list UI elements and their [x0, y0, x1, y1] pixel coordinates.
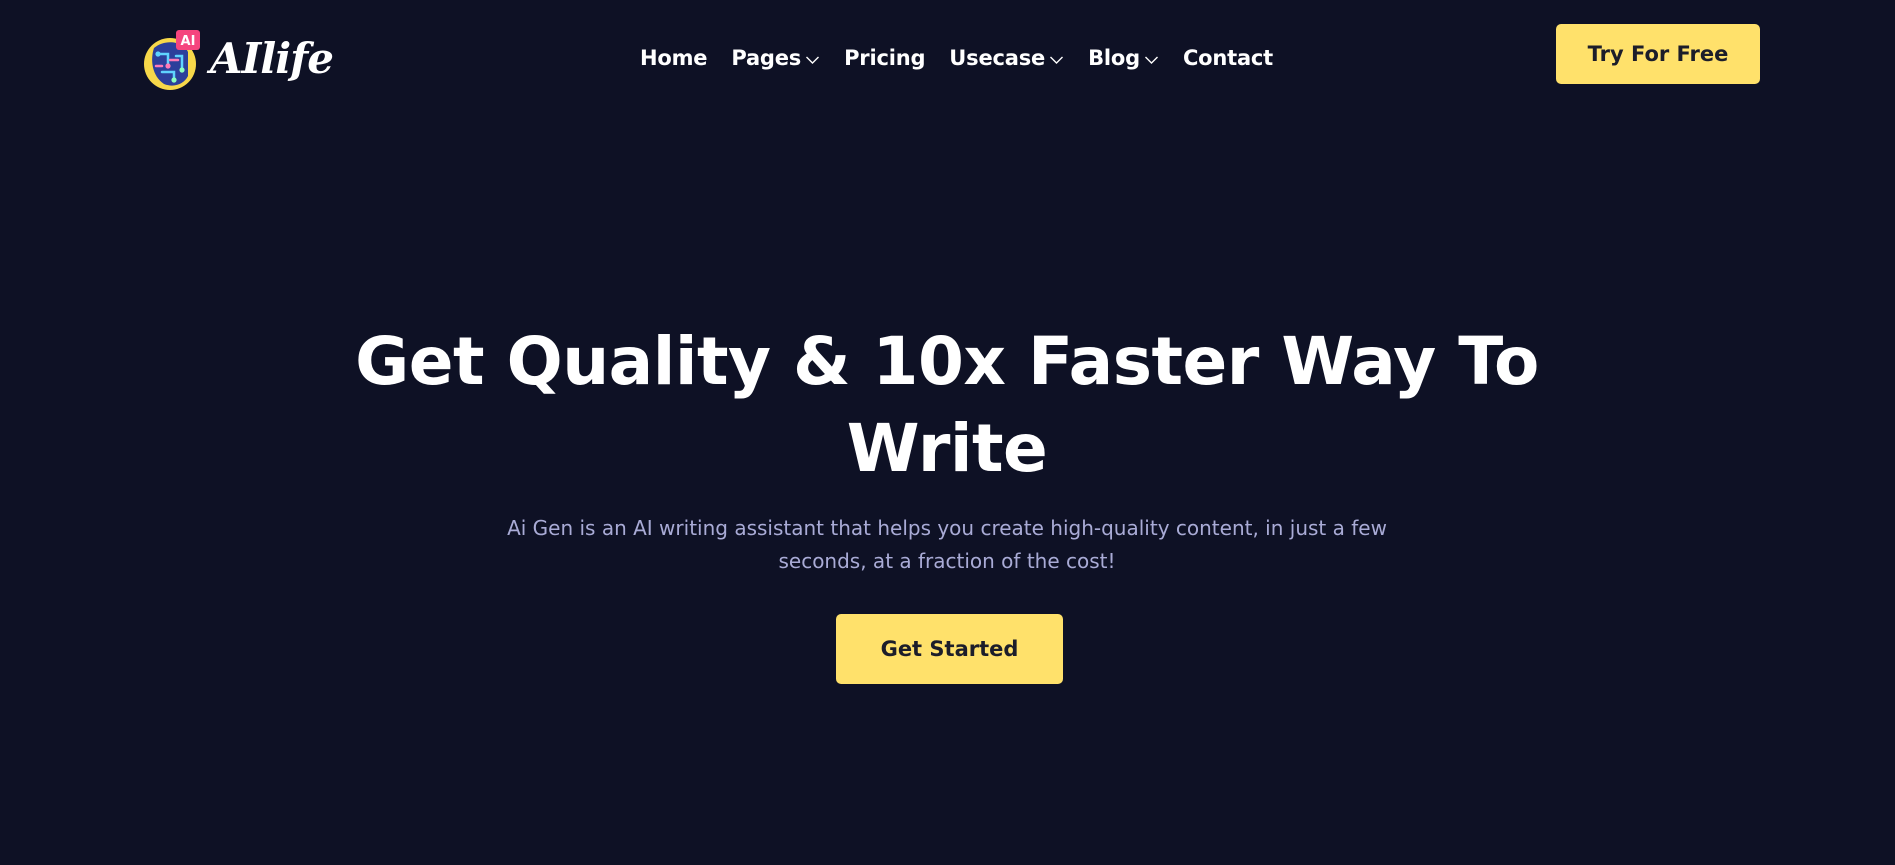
nav-item-label: Pricing — [844, 46, 926, 70]
hero-subtitle: Ai Gen is an AI writing assistant that h… — [507, 516, 1387, 573]
nav-item-label: Home — [640, 46, 708, 70]
nav-item-pages[interactable]: Pages — [731, 46, 820, 70]
brand-logo[interactable]: AI AIlife — [140, 24, 334, 94]
chevron-down-icon — [1050, 56, 1064, 64]
nav-item-pricing[interactable]: Pricing — [844, 46, 925, 70]
try-for-free-button[interactable]: Try For Free — [1556, 24, 1760, 84]
nav-item-blog[interactable]: Blog — [1088, 46, 1159, 70]
brand-name: AIlife — [210, 34, 334, 83]
brain-circuit-logo-icon: AI — [144, 30, 200, 90]
get-started-button[interactable]: Get Started — [836, 614, 1063, 684]
chevron-down-icon — [806, 56, 820, 64]
nav-item-home[interactable]: Home — [640, 46, 708, 70]
chevron-down-icon — [1144, 56, 1158, 64]
nav-item-contact[interactable]: Contact — [1183, 46, 1273, 70]
nav-item-label: Contact — [1182, 46, 1274, 70]
hero-title: Get Quality & 10x Faster Way To Write — [355, 323, 1539, 487]
main-nav: Home Pages Pricing Usecase Blog Contact — [640, 40, 1273, 76]
logo-badge-text: AI — [181, 34, 196, 49]
nav-item-label: Pages — [731, 46, 802, 70]
nav-item-label: Blog — [1088, 46, 1140, 70]
nav-item-label: Usecase — [949, 46, 1046, 70]
site-header: AI AIlife Home Pages Pricing Usecase Blo… — [0, 0, 1895, 115]
nav-item-usecase[interactable]: Usecase — [949, 46, 1064, 70]
